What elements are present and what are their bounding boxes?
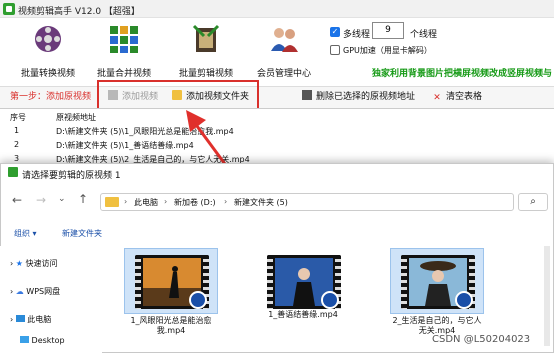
chevron-down-icon[interactable]: ⌄: [58, 194, 66, 204]
nav-item-label: Desktop: [31, 336, 65, 345]
address-bar[interactable]: [100, 193, 514, 211]
member-center-button[interactable]: 会员管理中心: [246, 24, 322, 80]
clear-table-button[interactable]: ✕ 清空表格: [432, 90, 482, 104]
breadcrumb-separator-icon: ›: [124, 197, 128, 206]
gpu-label: GPU加速（用显卡解码）: [343, 46, 432, 55]
search-icon: ⌕: [530, 196, 536, 207]
file-thumbnail[interactable]: [256, 248, 350, 314]
video-play-icon: [455, 291, 473, 309]
table-row-number: 3: [14, 154, 20, 163]
breadcrumb-item[interactable]: 新加卷 (D:): [174, 197, 216, 208]
delete-icon: [302, 90, 312, 100]
nav-item-label: WPS网盘: [26, 287, 61, 296]
member-center-label: 会员管理中心: [256, 69, 311, 79]
batch-merge-label: 批量合并视频: [96, 69, 151, 79]
clear-x-icon: ✕: [433, 93, 441, 103]
nav-item-label: 快速访问: [25, 259, 58, 268]
new-folder-button[interactable]: 新建文件夹: [62, 228, 102, 239]
app-logo-icon: [3, 3, 15, 15]
members-icon: [271, 28, 298, 52]
computer-icon: [15, 315, 25, 322]
breadcrumb-item[interactable]: 新建文件夹 (5): [234, 197, 288, 208]
nav-item-quick-access[interactable]: › ★ 快速访问: [10, 258, 57, 269]
film-cut-icon: [192, 24, 220, 52]
breadcrumb-item[interactable]: 此电脑: [134, 197, 158, 208]
file-name[interactable]: 1_善语结善缘.mp4: [256, 310, 350, 320]
table-row-number: 2: [14, 140, 20, 149]
breadcrumb-separator-icon: ›: [164, 197, 168, 206]
batch-edit-button[interactable]: 批量剪辑视频: [168, 24, 244, 80]
delete-selected-button[interactable]: 删除已选择的原视频地址: [302, 90, 415, 104]
nav-item-wps-cloud[interactable]: › ☁ WPS网盘: [10, 286, 60, 297]
expand-chevron-icon: ›: [10, 315, 14, 324]
column-header-index: 序号: [10, 113, 26, 122]
clear-table-label: 清空表格: [446, 92, 483, 102]
grid-merge-icon: [110, 26, 138, 53]
batch-edit-label: 批量剪辑视频: [178, 69, 233, 79]
batch-merge-button[interactable]: 批量合并视频: [86, 24, 162, 80]
feature-notice: 独家利用背景图片把横屏视频改成竖屏视频与: [372, 69, 553, 79]
folder-icon: [105, 197, 119, 207]
expand-chevron-icon: ›: [10, 287, 14, 296]
breadcrumb-separator-icon: ›: [224, 197, 228, 206]
column-header-path: 原视频地址: [56, 113, 96, 122]
watermark: CSDN @L50204023: [432, 334, 531, 345]
expand-chevron-icon: ›: [10, 259, 14, 268]
table-row-number: 1: [14, 126, 20, 135]
video-play-icon: [189, 291, 207, 309]
file-name[interactable]: 2_生活是自己的，与它人无关.mp4: [390, 316, 484, 336]
cloud-icon: ☁: [15, 287, 24, 296]
search-button[interactable]: ⌕: [518, 193, 548, 211]
file-name[interactable]: 1_风眼阳光总是能治愈我.mp4: [124, 316, 218, 336]
batch-convert-label: 批量转换视频: [20, 69, 75, 79]
dialog-title: 请选择要剪辑的原视频 1: [22, 171, 121, 181]
scrollbar[interactable]: [544, 246, 550, 346]
organize-menu[interactable]: 组织 ▾: [14, 228, 37, 239]
thread-count-input[interactable]: 9: [372, 22, 404, 39]
up-arrow-icon[interactable]: ↑: [78, 192, 88, 206]
star-icon: ★: [15, 259, 23, 268]
nav-item-this-pc[interactable]: › 此电脑: [10, 314, 51, 325]
back-arrow-icon[interactable]: ←: [12, 193, 22, 207]
step-label: 第一步：添加原视频: [10, 92, 92, 102]
multithread-label: 多线程: [343, 30, 371, 40]
gpu-checkbox[interactable]: [330, 45, 340, 55]
delete-selected-label: 删除已选择的原视频地址: [316, 92, 416, 102]
video-play-icon: [321, 291, 339, 309]
thread-unit-label: 个线程: [410, 30, 438, 40]
multithread-checkbox[interactable]: ✓: [330, 27, 340, 37]
file-thumbnail[interactable]: [390, 248, 484, 314]
batch-convert-button[interactable]: 批量转换视频: [10, 24, 86, 80]
nav-item-label: 此电脑: [27, 315, 52, 324]
forward-arrow-icon[interactable]: →: [36, 193, 46, 207]
file-thumbnail[interactable]: [124, 248, 218, 314]
desktop-icon: [20, 336, 29, 343]
window-title: 视频剪辑高手 V12.0 【超强】: [18, 7, 140, 17]
nav-item-desktop[interactable]: Desktop: [20, 336, 65, 345]
film-reel-icon: [35, 26, 61, 52]
dialog-app-icon: [8, 167, 18, 177]
